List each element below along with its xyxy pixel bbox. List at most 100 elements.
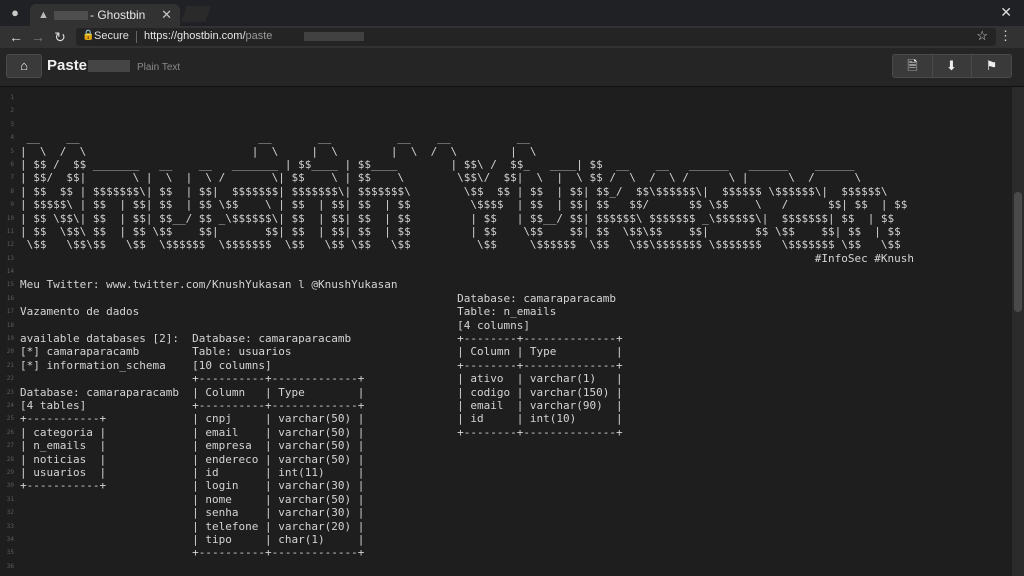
code-line: | $$ \$$\| $$ | $$| $$__/ $$ _\$$$$$$\| … — [20, 211, 895, 225]
back-arrow-icon[interactable]: ← — [8, 28, 24, 46]
line-number: 35 — [6, 549, 14, 557]
code-line: Database: camaraparacamb — [20, 291, 617, 305]
code-line: | $$ \$$\ $$ | $$ \$$ $$| $$| $$ | $$| $… — [20, 224, 901, 238]
line-number: 28 — [6, 455, 14, 463]
tab-close-icon[interactable]: ✕ — [161, 7, 172, 23]
line-number: 17 — [6, 308, 14, 316]
document-icon: 🗎 — [907, 58, 918, 73]
line-number: 34 — [6, 535, 14, 543]
line-number: 36 — [6, 562, 14, 570]
browser-tab-strip: ● ▲ - Ghostbin ✕ ✕ — [0, 0, 1024, 26]
address-bar[interactable]: 🔒 Secure https://ghostbin.com/paste — [76, 28, 996, 46]
line-number: 27 — [6, 442, 14, 450]
paste-content[interactable]: 1 2 3 4 5 6 7 8 9 10 11 12 13 14 15 16 17 18 19 20 21 22 23 24 2… — [0, 87, 1012, 576]
window-close-icon[interactable]: ✕ — [1000, 4, 1012, 21]
forward-arrow-icon[interactable]: → — [30, 28, 46, 46]
blurred-url-segment — [304, 32, 364, 41]
line-number: 8 — [10, 187, 14, 195]
line-number: 23 — [6, 388, 14, 396]
download-icon: ⬇ — [946, 58, 957, 73]
code-line: | senha | varchar(30) | — [20, 506, 365, 520]
line-number: 30 — [6, 482, 14, 490]
line-number: 32 — [6, 509, 14, 517]
browser-toolbar: ← → ↻ 🔒 Secure https://ghostbin.com/past… — [0, 26, 1024, 48]
line-number: 25 — [6, 415, 14, 423]
incognito-icon: ● — [11, 5, 19, 20]
language-label: Plain Text — [137, 62, 181, 73]
line-number: 20 — [6, 348, 14, 356]
raw-button[interactable]: 🗎 — [893, 55, 933, 77]
line-number: 10 — [6, 214, 14, 222]
code-line: __ __ __ __ __ __ __ — [20, 131, 530, 145]
line-number: 3 — [10, 120, 14, 128]
line-number: 22 — [6, 375, 14, 383]
reload-icon[interactable]: ↻ — [52, 28, 68, 46]
line-number: 31 — [6, 495, 14, 503]
download-button[interactable]: ⬇ — [932, 55, 972, 77]
code-line: [*] camaraparacamb Table: usuarios | Col… — [20, 345, 623, 359]
url-path: paste — [245, 30, 273, 42]
code-line: +-----------+ | cnpj | varchar(50) | | i… — [20, 412, 623, 426]
report-button[interactable]: ⚑ — [972, 55, 1011, 77]
code-line: +----------+-------------+ | ativo | var… — [20, 372, 623, 386]
home-button[interactable]: ⌂ — [6, 54, 42, 78]
code-line: available databases [2]: Database: camar… — [20, 332, 623, 346]
vertical-scrollbar[interactable] — [1012, 87, 1024, 576]
code-line: | $$$$$\ | $$ | $$| $$ | $$ \$$ \ | $$ |… — [20, 198, 908, 212]
bookmark-star-icon[interactable]: ☆ — [976, 28, 988, 44]
blurred-title-segment — [88, 60, 130, 72]
home-icon: ⌂ — [20, 58, 28, 73]
url-main: https://ghostbin.com/ — [144, 30, 246, 42]
code-line: +-----------+ | login | varchar(30) | — [20, 479, 365, 493]
scrollbar-thumb[interactable] — [1014, 192, 1022, 312]
line-number: 6 — [10, 160, 14, 168]
line-number: 16 — [6, 294, 14, 302]
code-line: | categoria | | email | varchar(50) | +-… — [20, 425, 623, 439]
code-line: | tipo | char(1) | — [20, 532, 365, 546]
omnibox-separator — [136, 31, 137, 43]
line-number-gutter: 1 2 3 4 5 6 7 8 9 10 11 12 13 14 15 16 17 18 19 20 21 22 23 24 2… — [0, 91, 14, 576]
code-line: [4 tables] +----------+-------------+ | … — [20, 398, 623, 412]
ghost-icon: ▲ — [38, 9, 49, 21]
line-number: 13 — [6, 254, 14, 262]
ghostbin-header: ⌂ Paste Plain Text 🗎 ⬇ ⚑ — [0, 48, 1024, 87]
line-number: 15 — [6, 281, 14, 289]
line-number: 4 — [10, 134, 14, 142]
tab-title: - Ghostbin — [90, 8, 146, 22]
lock-icon: 🔒 — [82, 30, 95, 41]
line-number: 12 — [6, 241, 14, 249]
line-number: 7 — [10, 174, 14, 182]
secure-label: Secure — [94, 30, 129, 42]
code-line: Database: camaraparacamb | Column | Type… — [20, 385, 623, 399]
line-number: 5 — [10, 147, 14, 155]
code-line: +----------+-------------+ — [20, 546, 365, 560]
line-number: 14 — [6, 268, 14, 276]
line-number: 24 — [6, 401, 14, 409]
line-number: 21 — [6, 361, 14, 369]
code-line: [*] information_schema [10 columns] +---… — [20, 358, 623, 372]
code-line: Meu Twitter: www.twitter.com/KnushYukasa… — [20, 278, 398, 292]
code-line: | $$ / $$ _______ __ __ _______ | $$____… — [20, 157, 855, 171]
line-number: 1 — [10, 94, 14, 101]
paste-title: Paste — [47, 57, 88, 74]
paste-text[interactable]: __ __ __ __ __ __ __ | \ / \ | \ | \ | \ … — [20, 91, 980, 576]
blurred-tab-text — [54, 11, 88, 20]
paste-actions: 🗎 ⬇ ⚑ — [892, 54, 1012, 78]
line-number: 9 — [10, 201, 14, 209]
flag-icon: ⚑ — [985, 58, 998, 73]
line-number: 2 — [10, 107, 14, 115]
line-number: 26 — [6, 428, 14, 436]
line-number: 11 — [6, 227, 14, 235]
line-number: 29 — [6, 468, 14, 476]
code-line: | $$ $$ | $$$$$$$\| $$ | $$| $$$$$$$| $$… — [20, 184, 888, 198]
browser-tab[interactable]: ▲ - Ghostbin ✕ — [30, 4, 180, 26]
browser-menu-icon[interactable]: ⋮ — [999, 28, 1012, 44]
line-number: 33 — [6, 522, 14, 530]
line-number: 18 — [6, 321, 14, 329]
new-tab-button[interactable] — [181, 6, 211, 22]
